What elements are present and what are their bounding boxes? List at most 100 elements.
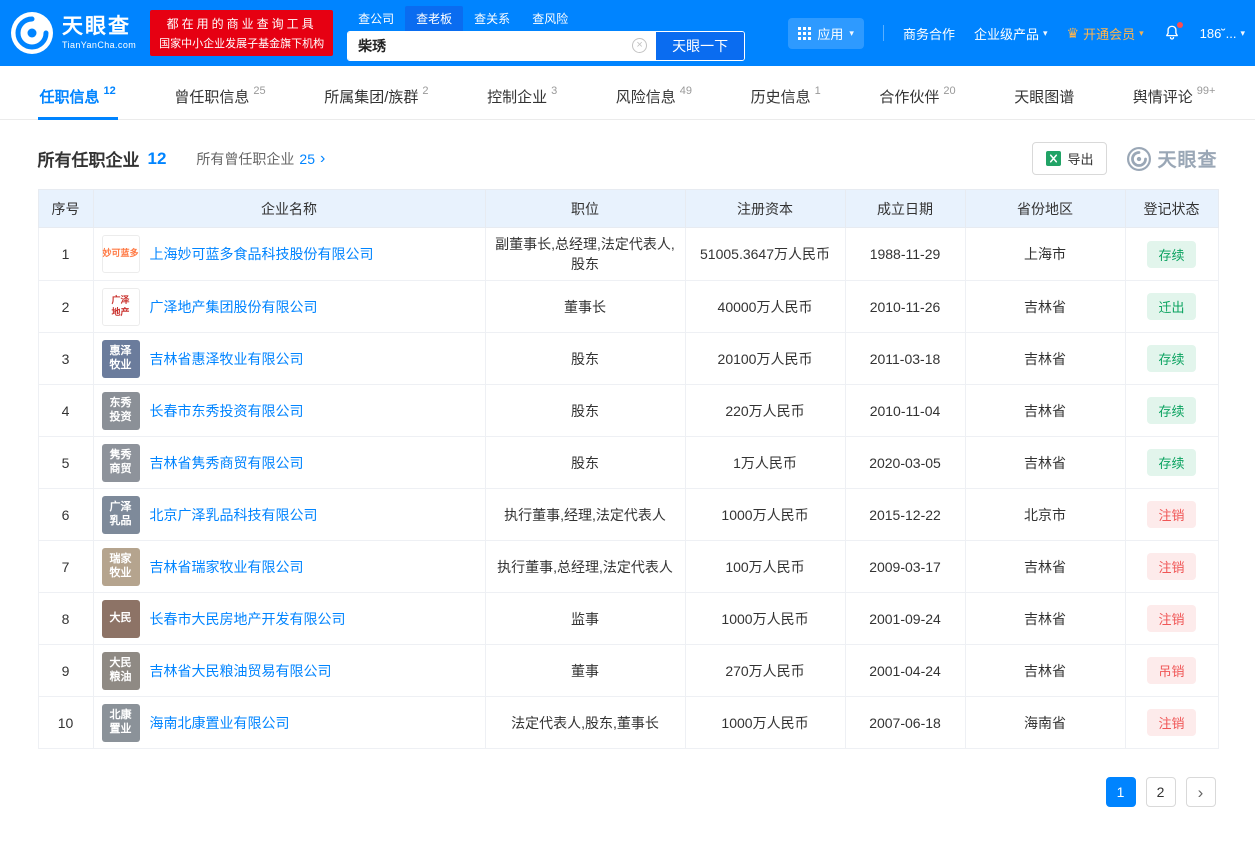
export-button[interactable]: 导出 <box>1032 142 1108 175</box>
former-positions-link[interactable]: 所有曾任职企业 25 › <box>196 149 325 169</box>
company-name-link[interactable]: 长春市东秀投资有限公司 <box>150 401 304 421</box>
position-cell: 董事长 <box>484 280 686 333</box>
nav-tab-count: 20 <box>943 85 956 97</box>
company-logo[interactable]: 东秀 投资 <box>101 391 140 430</box>
apps-menu[interactable]: 应用 ▾ <box>788 17 864 49</box>
search-type-tab[interactable]: 查风险 <box>521 6 579 31</box>
page-button[interactable]: 1 <box>1105 777 1136 807</box>
status-cell: 吊销 <box>1124 644 1219 697</box>
province-cell: 吉林省 <box>964 332 1126 385</box>
status-badge: 注销 <box>1147 709 1196 736</box>
search-button[interactable]: 天眼一下 <box>656 31 745 60</box>
company-name-link[interactable]: 广泽地产集团股份有限公司 <box>150 297 318 317</box>
position-cell: 监事 <box>484 592 686 645</box>
company-name-link[interactable]: 吉林省惠泽牧业有限公司 <box>150 349 304 369</box>
province-cell: 海南省 <box>964 696 1126 749</box>
nav-enterprise-products[interactable]: 企业级产品 ▾ <box>974 24 1048 43</box>
company-name-link[interactable]: 海南北康置业有限公司 <box>150 713 290 733</box>
nav-tab[interactable]: 曾任职信息 25 <box>172 75 267 119</box>
nav-tab-count: 25 <box>253 85 266 97</box>
capital-cell: 51005.3647万人民币 <box>684 227 846 281</box>
company-cell: 隽秀 商贸 吉林省隽秀商贸有限公司 <box>92 436 486 489</box>
profile-tabbar: 任职信息 12 曾任职信息 25 所属集团/族群 2 控制企业 3 风险信息 49 历史信息 1 合作伙… <box>0 75 1255 120</box>
status-badge: 注销 <box>1147 605 1196 632</box>
crown-icon: ♛ <box>1066 25 1080 41</box>
nav-tab[interactable]: 历史信息 1 <box>749 75 823 119</box>
company-logo[interactable]: 北康 置业 <box>101 703 140 742</box>
nav-tab-count: 3 <box>551 85 558 97</box>
excel-icon <box>1046 151 1062 166</box>
nav-tab[interactable]: 天眼图谱 <box>1012 75 1076 119</box>
nav-tab[interactable]: 所属集团/族群 2 <box>322 75 430 119</box>
nav-tab-label: 合作伙伴 <box>879 89 940 106</box>
date-cell: 2001-09-24 <box>844 592 966 645</box>
tianyancha-logo[interactable]: 天眼查 TianYanCha.com <box>10 11 136 55</box>
nav-tab[interactable]: 舆情评论 99+ <box>1131 75 1218 119</box>
position-cell: 股东 <box>484 332 686 385</box>
status-badge: 注销 <box>1147 553 1196 580</box>
capital-cell: 40000万人民币 <box>684 280 846 333</box>
slogan-line1: 都在用的商业查询工具 <box>166 17 317 31</box>
notification-bell[interactable] <box>1163 22 1183 42</box>
company-logo[interactable]: 广泽 乳品 <box>101 495 140 534</box>
company-logo[interactable]: 大民 <box>101 599 140 638</box>
company-logo[interactable]: 惠泽 牧业 <box>101 339 140 378</box>
status-badge: 迁出 <box>1147 293 1196 320</box>
company-name-link[interactable]: 上海妙可蓝多食品科技股份有限公司 <box>150 244 374 264</box>
date-cell: 2015-12-22 <box>844 488 966 541</box>
search-type-tab[interactable]: 查关系 <box>463 6 521 31</box>
user-account[interactable]: 186˘... ▾ <box>1200 26 1245 41</box>
province-cell: 上海市 <box>964 227 1126 281</box>
company-name-link[interactable]: 吉林省隽秀商贸有限公司 <box>150 453 304 473</box>
slogan-line2: 国家中小企业发展子基金旗下机构 <box>159 38 325 50</box>
position-cell: 法定代表人,股东,董事长 <box>484 696 686 749</box>
company-cell: 东秀 投资 长春市东秀投资有限公司 <box>92 384 486 437</box>
status-cell: 存续 <box>1124 384 1219 437</box>
section-header: 所有任职企业 12 所有曾任职企业 25 › 导出 天眼查 <box>38 142 1218 175</box>
search-type-tab[interactable]: 查公司 <box>347 6 405 31</box>
nav-tab-label: 舆情评论 <box>1132 89 1193 106</box>
company-logo[interactable]: 瑞家 牧业 <box>101 547 140 586</box>
company-cell: 北康 置业 海南北康置业有限公司 <box>92 696 486 749</box>
capital-cell: 20100万人民币 <box>684 332 846 385</box>
page-button[interactable]: 2 <box>1145 777 1176 807</box>
watermark-logo-icon <box>1127 146 1152 171</box>
company-logo[interactable]: 广泽 地产 <box>101 287 140 326</box>
nav-business-cooperation[interactable]: 商务合作 <box>903 24 955 43</box>
row-index: 5 <box>37 436 94 489</box>
column-header: 注册资本 <box>684 189 846 228</box>
nav-tab[interactable]: 任职信息 12 <box>37 75 119 120</box>
province-cell: 吉林省 <box>964 540 1126 593</box>
user-phone: 186˘... <box>1199 25 1237 41</box>
nav-tab[interactable]: 合作伙伴 20 <box>877 75 957 119</box>
company-name-link[interactable]: 吉林省大民粮油贸易有限公司 <box>150 661 332 681</box>
search-input[interactable] <box>348 31 657 60</box>
column-header: 企业名称 <box>92 189 486 228</box>
nav-open-vip[interactable]: ♛ 开通会员 ▾ <box>1067 24 1144 43</box>
capital-cell: 270万人民币 <box>684 644 846 697</box>
caret-down-icon: ▾ <box>1042 27 1048 38</box>
position-cell: 股东 <box>484 384 686 437</box>
company-name-link[interactable]: 北京广泽乳品科技有限公司 <box>150 505 318 525</box>
nav-tab-count: 49 <box>679 85 693 97</box>
nav-tab[interactable]: 风险信息 49 <box>614 75 694 119</box>
date-cell: 1988-11-29 <box>844 227 966 281</box>
column-header: 登记状态 <box>1124 189 1219 228</box>
capital-cell: 100万人民币 <box>684 540 846 593</box>
next-page-button[interactable]: › <box>1185 777 1216 807</box>
caret-down-icon: ▾ <box>1139 27 1144 38</box>
status-cell: 存续 <box>1124 332 1219 385</box>
row-index: 7 <box>37 540 94 593</box>
company-logo[interactable]: 妙可蓝多 <box>101 235 140 273</box>
section-title-count: 12 <box>147 148 167 168</box>
search-type-tab[interactable]: 查老板 <box>405 5 464 31</box>
logo-subtitle: TianYanCha.com <box>62 40 137 50</box>
company-name-link[interactable]: 长春市大民房地产开发有限公司 <box>150 609 346 629</box>
company-name-link[interactable]: 吉林省瑞家牧业有限公司 <box>150 557 304 577</box>
province-cell: 吉林省 <box>964 384 1126 437</box>
company-logo[interactable]: 隽秀 商贸 <box>101 443 140 482</box>
nav-tab[interactable]: 控制企业 3 <box>485 75 559 119</box>
company-logo[interactable]: 大民 粮油 <box>101 651 140 690</box>
row-index: 3 <box>37 332 94 385</box>
status-cell: 注销 <box>1124 488 1219 541</box>
